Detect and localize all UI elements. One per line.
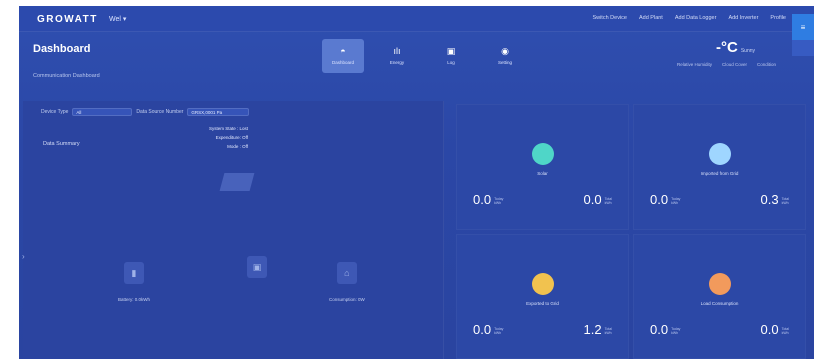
export-indicator: [531, 272, 554, 295]
import-grid-card: Imported from Grid 0.0 Today kWh 0.3 Total k…: [633, 104, 806, 230]
battery-label: Battery: 0.0kWh: [118, 297, 151, 302]
energy-cards: Solar 0.0 Today kWh 0.0 Total kWh Imported f…: [456, 104, 806, 359]
profile-link[interactable]: Profile: [770, 15, 786, 21]
page-subtitle: Communication Dashboard: [33, 73, 100, 79]
device-type-label: Device Type: [41, 109, 69, 115]
add-inverter-link[interactable]: Add Inverter: [728, 15, 758, 21]
device-type-select[interactable]: All: [72, 108, 133, 116]
tab-label: Energy: [389, 60, 405, 65]
inverter-icon: ▣: [247, 256, 267, 278]
tab-energy[interactable]: ılı Energy: [376, 39, 418, 73]
side-panel-toggle[interactable]: [792, 40, 814, 56]
inverter-node: ▣: [247, 256, 267, 278]
total-value: 0.3: [760, 192, 779, 207]
total-value: 0.0: [583, 192, 602, 207]
expenditure-state: Expenditure: Off: [215, 135, 249, 140]
tab-dashboard[interactable]: ◓ Dashboard: [322, 39, 364, 73]
condition-label: Condition: [757, 62, 777, 67]
system-diagram-panel: Device Type All Data Source Number GRSX,…: [23, 101, 444, 359]
nav-tabs: ◓ Dashboard ılı Energy ▣ Log ◉ Setting: [322, 39, 526, 73]
page-title: Dashboard: [33, 43, 91, 55]
add-datalogger-link[interactable]: Add Data Logger: [675, 15, 717, 21]
load-consumption-card: Load Consumption 0.0 Today kWh 0.0 Total kWh: [633, 233, 806, 359]
app-window: GROWATT Wel ▾ Switch Device Add Plant Ad…: [19, 6, 814, 359]
today-value: 0.0: [473, 192, 492, 207]
switch-device-link[interactable]: Switch Device: [592, 15, 627, 21]
import-indicator: [708, 143, 731, 165]
home-icon: ⌂: [336, 262, 357, 284]
solar-card: Solar 0.0 Today kWh 0.0 Total kWh: [456, 104, 629, 230]
top-bar: GROWATT Wel ▾ Switch Device Add Plant Ad…: [19, 6, 814, 32]
card-title: Exported to Grid: [526, 300, 559, 306]
card-title: Solar: [537, 171, 548, 176]
data-summary-label: Data Summary: [43, 141, 80, 147]
total-value: 1.2: [583, 321, 602, 337]
log-icon: ▣: [446, 46, 456, 56]
bar-chart-icon: ılı: [393, 46, 401, 56]
today-value: 0.0: [473, 321, 492, 337]
home-node: ⌂ Consumption: 0W: [329, 262, 365, 302]
system-state: System State : Lost: [209, 126, 249, 131]
weather-details: Relative Humidity Cloud Cover Condition: [677, 62, 776, 67]
card-title: Imported from Grid: [700, 171, 739, 176]
growatt-logo: GROWATT: [37, 14, 98, 25]
consumption-label: Consumption: 0W: [329, 297, 365, 302]
today-value: 0.0: [650, 321, 669, 337]
serial-label: Data Source Number: [136, 109, 184, 115]
plant-selector[interactable]: Wel ▾: [109, 15, 126, 23]
temperature-readout: -°C Sunny: [716, 39, 756, 56]
export-grid-card: Exported to Grid 0.0 Today kWh 1.2 Total kWh: [456, 233, 629, 359]
battery-node: ▮ Battery: 0.0kWh: [118, 262, 150, 302]
system-status: System State : Lost Expenditure: Off Mod…: [209, 124, 248, 151]
battery-icon: ▮: [124, 262, 144, 284]
top-links: Switch Device Add Plant Add Data Logger …: [592, 15, 786, 21]
total-value: 0.0: [760, 321, 779, 337]
load-indicator: [708, 272, 731, 295]
solar-indicator: [531, 143, 554, 165]
settings-icon: ◉: [501, 46, 509, 56]
menu-icon[interactable]: ≡: [792, 14, 814, 40]
today-value: 0.0: [650, 192, 669, 207]
filter-row: Device Type All Data Source Number GRSX,…: [41, 108, 250, 116]
chevron-right-icon[interactable]: ›: [22, 252, 25, 261]
card-title: Load Consumption: [700, 300, 739, 306]
serial-select[interactable]: GRSX,0001 Pa: [187, 108, 250, 116]
cloud-label: Cloud Cover: [722, 62, 748, 67]
solar-panel-icon: [219, 173, 255, 191]
gauge-icon: ◓: [340, 46, 346, 56]
tab-log[interactable]: ▣ Log: [430, 39, 472, 73]
tab-label: Log: [447, 60, 455, 65]
tab-label: Setting: [497, 60, 512, 65]
tab-setting[interactable]: ◉ Setting: [484, 39, 526, 73]
mode-state: Mode : Off: [227, 144, 249, 149]
humidity-label: Relative Humidity: [677, 62, 713, 67]
tab-label: Dashboard: [331, 60, 354, 65]
add-plant-link[interactable]: Add Plant: [639, 15, 663, 21]
